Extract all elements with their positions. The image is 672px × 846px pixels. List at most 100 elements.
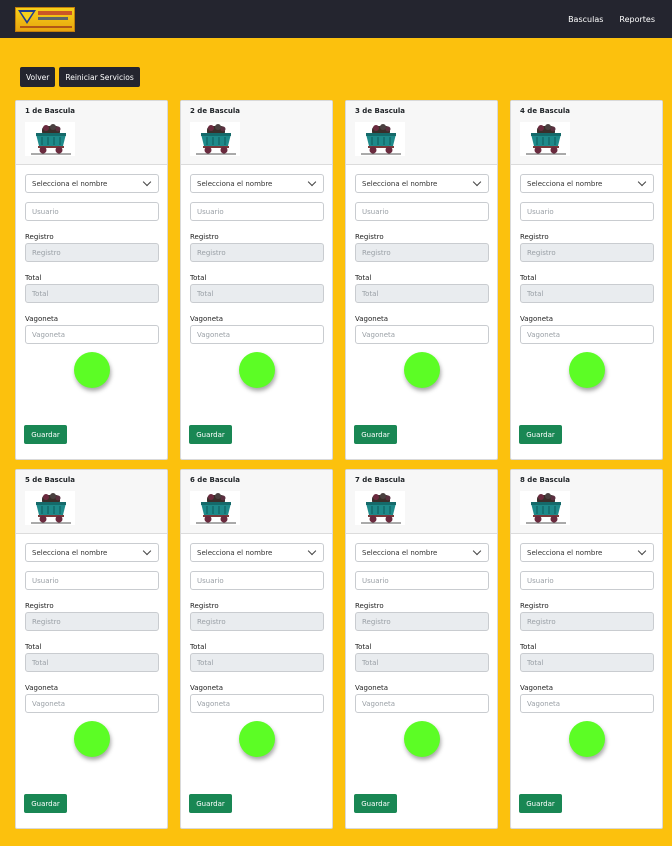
mine-cart-icon [355, 491, 405, 525]
total-input [520, 284, 654, 303]
name-select-value: Selecciona el nombre [32, 179, 108, 188]
card-title: 8 de Bascula [520, 476, 570, 484]
registro-label: Registro [520, 602, 549, 610]
vagoneta-input[interactable] [25, 694, 159, 713]
nav-link-basculas[interactable]: Basculas [568, 15, 603, 24]
chevron-down-icon [472, 546, 482, 555]
save-button[interactable]: Guardar [519, 425, 562, 444]
vagoneta-input[interactable] [355, 325, 489, 344]
save-button[interactable]: Guardar [24, 425, 67, 444]
card-body: Selecciona el nombre Registro Total Vago… [346, 534, 497, 757]
card-title: 2 de Bascula [190, 107, 240, 115]
save-button[interactable]: Guardar [189, 794, 232, 813]
save-button[interactable]: Guardar [519, 794, 562, 813]
registro-label: Registro [25, 233, 54, 241]
user-input[interactable] [520, 202, 654, 221]
registro-label: Registro [355, 602, 384, 610]
card-title: 6 de Bascula [190, 476, 240, 484]
restart-services-button[interactable]: Reiniciar Servicios [59, 67, 140, 87]
user-input[interactable] [25, 571, 159, 590]
total-input [190, 284, 324, 303]
scale-card: 8 de Bascula Selecciona el nombre Usuari… [510, 469, 663, 829]
scale-card: 7 de Bascula Selecciona el nombre Usuari… [345, 469, 498, 829]
save-button[interactable]: Guardar [354, 425, 397, 444]
company-logo[interactable] [15, 7, 75, 32]
name-select[interactable]: Selecciona el nombre [190, 543, 324, 562]
name-select[interactable]: Selecciona el nombre [25, 174, 159, 193]
user-input[interactable] [355, 202, 489, 221]
total-label: Total [520, 274, 537, 282]
card-title: 1 de Bascula [25, 107, 75, 115]
registro-label: Registro [520, 233, 549, 241]
vagoneta-input[interactable] [190, 325, 324, 344]
card-body: Selecciona el nombre Registro Total Vago… [16, 534, 167, 757]
chevron-down-icon [307, 546, 317, 555]
card-body: Selecciona el nombre Registro Total Vago… [511, 534, 662, 757]
total-label: Total [190, 274, 207, 282]
vagoneta-label: Vagoneta [520, 315, 554, 323]
nav-link-reportes[interactable]: Reportes [619, 15, 655, 24]
save-button[interactable]: Guardar [24, 794, 67, 813]
card-header: 1 de Bascula [16, 101, 167, 165]
back-button[interactable]: Volver [20, 67, 56, 87]
vagoneta-label: Vagoneta [355, 315, 389, 323]
total-input [25, 653, 159, 672]
vagoneta-label: Vagoneta [355, 684, 389, 692]
card-body: Selecciona el nombre Registro Total Vago… [181, 165, 332, 388]
vagoneta-label: Vagoneta [520, 684, 554, 692]
registro-input [25, 243, 159, 262]
total-input [355, 284, 489, 303]
name-select[interactable]: Selecciona el nombre [25, 543, 159, 562]
registro-input [520, 612, 654, 631]
name-select-value: Selecciona el nombre [527, 179, 603, 188]
card-body: Selecciona el nombre Registro Total Vago… [346, 165, 497, 388]
status-indicator [238, 721, 275, 757]
name-select[interactable]: Selecciona el nombre [520, 543, 654, 562]
vagoneta-input[interactable] [25, 325, 159, 344]
mine-cart-icon [25, 122, 75, 156]
user-input[interactable] [520, 571, 654, 590]
mine-cart-icon [190, 122, 240, 156]
nav-links: Basculas Reportes [568, 0, 655, 38]
card-header: 8 de Bascula [511, 470, 662, 534]
registro-label: Registro [190, 602, 219, 610]
name-select-value: Selecciona el nombre [197, 548, 273, 557]
name-select[interactable]: Selecciona el nombre [355, 543, 489, 562]
mine-cart-icon [25, 491, 75, 525]
name-select[interactable]: Selecciona el nombre [355, 174, 489, 193]
vagoneta-label: Vagoneta [190, 684, 224, 692]
registro-label: Registro [355, 233, 384, 241]
user-input[interactable] [25, 202, 159, 221]
total-input [25, 284, 159, 303]
card-title: 7 de Bascula [355, 476, 405, 484]
status-indicator [568, 352, 605, 388]
total-label: Total [190, 643, 207, 651]
logo-stripe [38, 17, 68, 20]
name-select[interactable]: Selecciona el nombre [190, 174, 324, 193]
user-input[interactable] [190, 571, 324, 590]
registro-input [25, 612, 159, 631]
vagoneta-input[interactable] [520, 694, 654, 713]
total-label: Total [355, 274, 372, 282]
logo-stripe [38, 11, 72, 15]
card-header: 2 de Bascula [181, 101, 332, 165]
vagoneta-input[interactable] [355, 694, 489, 713]
save-button[interactable]: Guardar [189, 425, 232, 444]
name-select-value: Selecciona el nombre [197, 179, 273, 188]
total-label: Total [520, 643, 537, 651]
status-indicator [403, 721, 440, 757]
name-select-value: Selecciona el nombre [362, 548, 438, 557]
save-button[interactable]: Guardar [354, 794, 397, 813]
name-select[interactable]: Selecciona el nombre [520, 174, 654, 193]
total-input [520, 653, 654, 672]
registro-input [355, 612, 489, 631]
chevron-down-icon [142, 546, 152, 555]
chevron-down-icon [307, 177, 317, 186]
registro-input [190, 243, 324, 262]
user-input[interactable] [355, 571, 489, 590]
card-title: 4 de Bascula [520, 107, 570, 115]
vagoneta-input[interactable] [520, 325, 654, 344]
status-indicator [568, 721, 605, 757]
user-input[interactable] [190, 202, 324, 221]
vagoneta-input[interactable] [190, 694, 324, 713]
